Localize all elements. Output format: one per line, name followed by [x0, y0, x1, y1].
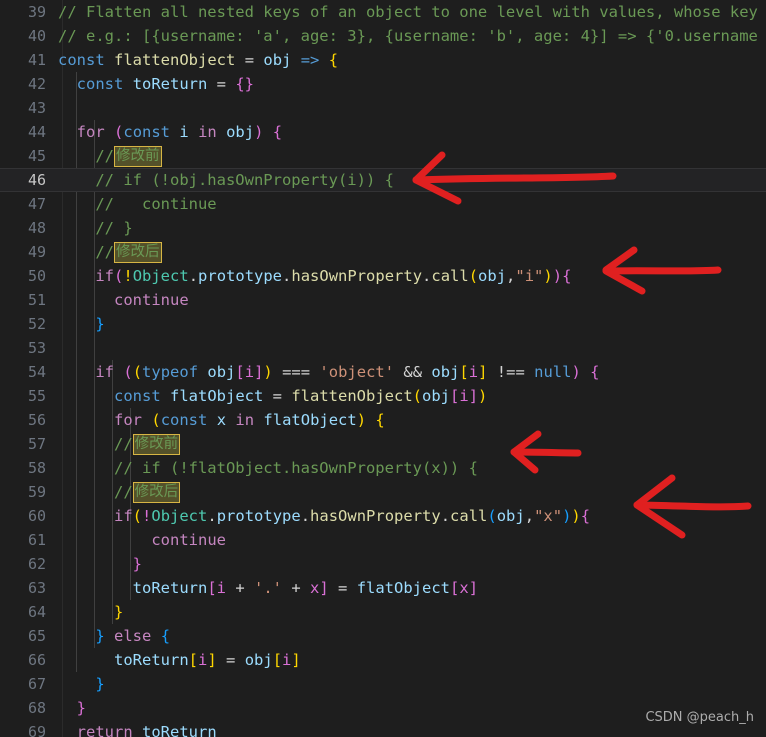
line-content: toReturn[i + '.' + x] = flatObject[x]	[132, 579, 479, 597]
line-number: 68	[27, 699, 46, 717]
line-number: 51	[27, 291, 46, 309]
code-line[interactable]: 41 const flattenObject = obj => {	[0, 48, 766, 72]
line-content: }	[132, 555, 142, 573]
line-number: 47	[27, 195, 46, 213]
code-line[interactable]: 50 if(!Object.prototype.hasOwnProperty.c…	[0, 264, 766, 288]
code-line[interactable]: 67 }	[0, 672, 766, 696]
annotation-before-label: 修改前	[132, 434, 181, 455]
line-content: if(!Object.prototype.hasOwnProperty.call…	[95, 267, 572, 285]
line-content: continue	[151, 531, 226, 549]
line-content: const toReturn = {}	[76, 75, 255, 93]
line-content: // if (!flatObject.hasOwnProperty(x)) {	[58, 459, 478, 477]
line-number: 69	[27, 723, 46, 737]
code-line[interactable]: 48 // }	[0, 216, 766, 240]
code-line[interactable]: 64 }	[0, 600, 766, 624]
line-number: 62	[27, 555, 46, 573]
code-line-active[interactable]: 46 // if (!obj.hasOwnProperty(i)) {	[0, 168, 766, 192]
code-line[interactable]: 54 if ((typeof obj[i]) === 'object' && o…	[0, 360, 766, 384]
code-line[interactable]: 42 const toReturn = {}	[0, 72, 766, 96]
code-line[interactable]: 59 //修改后	[0, 480, 766, 504]
line-number: 39	[27, 3, 46, 21]
annotation-before-label: 修改前	[114, 146, 162, 167]
line-content: }	[95, 315, 105, 333]
line-content: for (const x in flatObject) {	[114, 411, 385, 429]
annotation-after-label: 修改后	[114, 242, 162, 263]
code-line[interactable]: 61 continue	[0, 528, 766, 552]
line-content: const flattenObject = obj => {	[58, 51, 339, 69]
line-content: toReturn[i] = obj[i]	[114, 651, 301, 669]
line-content: const flatObject = flattenObject(obj[i])	[114, 387, 488, 405]
line-content: continue	[114, 291, 189, 309]
line-number: 60	[27, 507, 46, 525]
line-number: 66	[27, 651, 46, 669]
code-line[interactable]: 60 if(!Object.prototype.hasOwnProperty.c…	[0, 504, 766, 528]
line-content: }	[114, 603, 124, 621]
code-line[interactable]: 47 // continue	[0, 192, 766, 216]
line-number: 54	[27, 363, 46, 381]
line-content: // continue	[58, 195, 217, 213]
code-line[interactable]: 40 // e.g.: [{username: 'a', age: 3}, {u…	[0, 24, 766, 48]
line-number: 58	[27, 459, 46, 477]
line-content: //修改后	[114, 482, 181, 503]
code-line[interactable]: 44 for (const i in obj) {	[0, 120, 766, 144]
line-content: //修改后	[95, 242, 162, 263]
line-content: if(!Object.prototype.hasOwnProperty.call…	[114, 507, 591, 525]
line-content: for (const i in obj) {	[76, 123, 283, 141]
line-number: 52	[27, 315, 46, 333]
line-number: 46	[27, 171, 46, 189]
line-number: 63	[27, 579, 46, 597]
code-line[interactable]: 65 } else {	[0, 624, 766, 648]
code-editor[interactable]: 39 // Flatten all nested keys of an obje…	[0, 0, 766, 737]
line-number: 57	[27, 435, 46, 453]
line-number: 49	[27, 243, 46, 261]
line-content: }	[76, 699, 87, 717]
line-content: //修改前	[95, 146, 162, 167]
line-content: } else {	[95, 627, 171, 645]
line-number: 45	[27, 147, 46, 165]
line-content: // }	[58, 219, 133, 237]
line-number: 48	[27, 219, 46, 237]
line-content: // Flatten all nested keys of an object …	[58, 3, 758, 21]
line-number: 55	[27, 387, 46, 405]
line-number: 64	[27, 603, 46, 621]
line-content: return toReturn	[76, 723, 217, 737]
line-number: 56	[27, 411, 46, 429]
code-line[interactable]: 52 }	[0, 312, 766, 336]
line-number: 42	[27, 75, 46, 93]
code-line[interactable]: 63 toReturn[i + '.' + x] = flatObject[x]	[0, 576, 766, 600]
code-line[interactable]: 57 //修改前	[0, 432, 766, 456]
code-line[interactable]: 53	[0, 336, 766, 360]
line-number: 44	[27, 123, 46, 141]
line-content: // if (!obj.hasOwnProperty(i)) {	[58, 171, 394, 189]
line-number: 59	[27, 483, 46, 501]
line-number: 41	[27, 51, 46, 69]
csdn-watermark: CSDN @peach_h	[645, 710, 754, 725]
line-number: 40	[27, 27, 46, 45]
code-line[interactable]: 39 // Flatten all nested keys of an obje…	[0, 0, 766, 24]
code-line[interactable]: 55 const flatObject = flattenObject(obj[…	[0, 384, 766, 408]
line-content: // e.g.: [{username: 'a', age: 3}, {user…	[58, 27, 758, 45]
line-number: 67	[27, 675, 46, 693]
line-content: //修改前	[114, 434, 181, 455]
code-line[interactable]: 43	[0, 96, 766, 120]
code-line[interactable]: 56 for (const x in flatObject) {	[0, 408, 766, 432]
code-line[interactable]: 51 continue	[0, 288, 766, 312]
code-line[interactable]: 58 // if (!flatObject.hasOwnProperty(x))…	[0, 456, 766, 480]
line-content: if ((typeof obj[i]) === 'object' && obj[…	[95, 363, 600, 381]
line-content: }	[95, 675, 105, 693]
line-number: 50	[27, 267, 46, 285]
line-number: 65	[27, 627, 46, 645]
code-line[interactable]: 49 //修改后	[0, 240, 766, 264]
code-line[interactable]: 62 }	[0, 552, 766, 576]
line-number: 53	[27, 339, 46, 357]
code-line[interactable]: 66 toReturn[i] = obj[i]	[0, 648, 766, 672]
code-line[interactable]: 45 //修改前	[0, 144, 766, 168]
annotation-after-label: 修改后	[132, 482, 181, 503]
line-number: 61	[27, 531, 46, 549]
line-number: 43	[27, 99, 46, 117]
